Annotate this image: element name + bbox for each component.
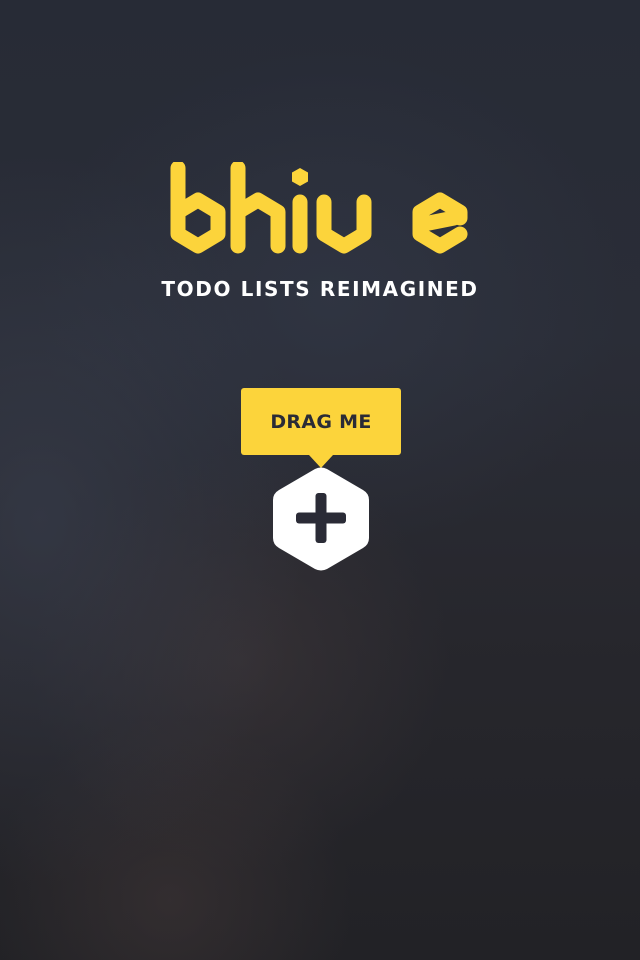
add-item-button[interactable]: [272, 466, 370, 572]
onboarding-screen: TODO LISTS REIMAGINED DRAG ME: [0, 0, 640, 960]
tooltip-label: DRAG ME: [270, 410, 372, 433]
bhive-logo: [170, 162, 468, 254]
drag-me-tooltip: DRAG ME: [241, 388, 401, 455]
tagline: TODO LISTS REIMAGINED: [161, 277, 479, 301]
